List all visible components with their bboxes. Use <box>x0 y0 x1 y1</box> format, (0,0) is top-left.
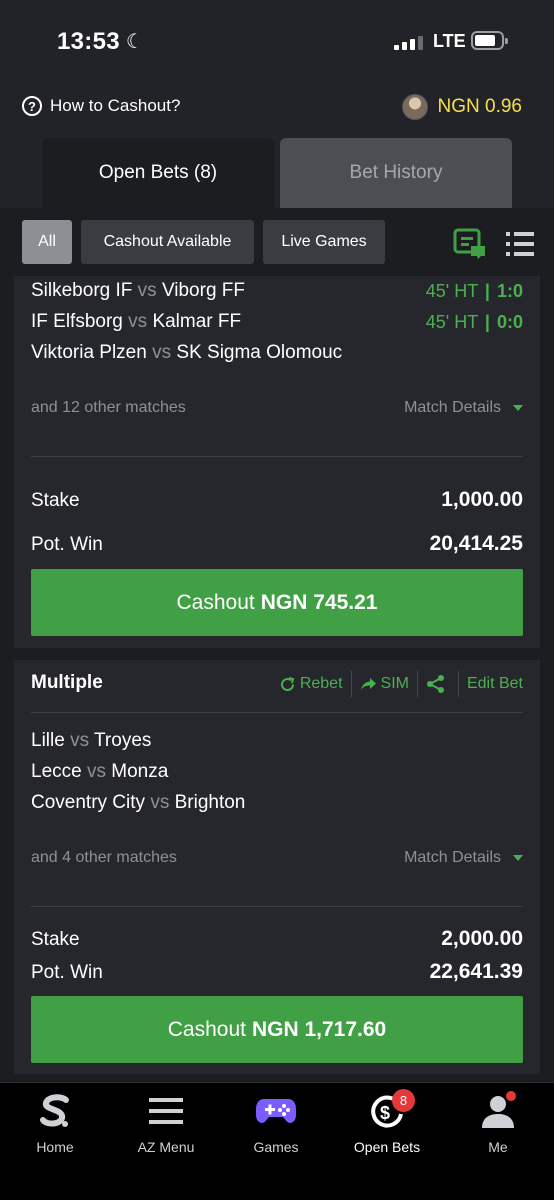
open-bets-icon: $ <box>337 1091 437 1131</box>
svg-text:$: $ <box>380 1103 390 1123</box>
edit-bet-button[interactable]: Edit Bet <box>459 675 523 693</box>
sportybet-logo-icon <box>5 1091 105 1131</box>
clock-text: 13:53 <box>57 28 120 55</box>
divider <box>31 906 523 907</box>
match-row: Coventry City vs Brighton <box>31 792 246 813</box>
balance-amount: NGN 0.96 <box>437 96 522 117</box>
bottom-navigation: Home AZ Menu Games $ 8 Open Bets Me <box>0 1082 554 1200</box>
notification-dot <box>506 1091 516 1101</box>
bet-actions: Rebet SIM Edit Bet <box>271 670 523 698</box>
other-matches-count: and 4 other matches <box>31 849 177 866</box>
open-bets-badge: 8 <box>392 1089 415 1112</box>
live-score: 45' HT | 1:0 <box>425 281 523 301</box>
filter-live-games-button[interactable]: Live Games <box>263 220 385 264</box>
caret-down-icon <box>513 855 523 861</box>
divider <box>31 712 523 713</box>
match-row: IF Elfsborg vs Kalmar FF <box>31 311 242 332</box>
nav-me[interactable]: Me <box>448 1091 548 1155</box>
forward-arrow-icon <box>360 677 376 690</box>
gamepad-icon <box>226 1091 326 1131</box>
match-row: Viktoria Plzen vs SK Sigma Olomouc <box>31 342 343 363</box>
filter-cashout-available-button[interactable]: Cashout Available <box>81 220 254 264</box>
bet-slip-chat-icon[interactable] <box>453 228 487 260</box>
stake-value: 1,000.00 <box>441 488 523 511</box>
header: ? How to Cashout? NGN 0.96 Open Bets (8)… <box>0 84 554 208</box>
match-row: Lecce vs Monza <box>31 761 169 782</box>
pot-win-value: 22,641.39 <box>429 960 523 983</box>
nav-az-menu[interactable]: AZ Menu <box>116 1091 216 1155</box>
nav-az-menu-label: AZ Menu <box>137 1139 195 1155</box>
avatar <box>401 94 428 120</box>
stake-value: 2,000.00 <box>441 927 523 950</box>
rebet-button[interactable]: Rebet <box>271 675 351 693</box>
bet-card: Multiple Rebet SIM Edit Bet Lille vs Tro… <box>14 660 540 1074</box>
share-button[interactable] <box>418 674 458 694</box>
nav-games-label: Games <box>253 1139 299 1155</box>
sim-button[interactable]: SIM <box>352 675 417 693</box>
stake-label: Stake <box>31 490 80 511</box>
stake-label: Stake <box>31 929 80 950</box>
nav-open-bets-label: Open Bets <box>353 1139 421 1155</box>
divider <box>31 456 523 457</box>
status-bar: 13:53 ☾ LTE <box>0 0 554 84</box>
pot-win-label: Pot. Win <box>31 534 103 555</box>
network-type: LTE <box>433 31 466 51</box>
other-matches-count: and 12 other matches <box>31 399 186 416</box>
cashout-button[interactable]: Cashout NGN 745.21 <box>31 569 523 636</box>
nav-home-label: Home <box>36 1139 74 1155</box>
question-icon: ? <box>22 96 42 116</box>
user-icon <box>448 1091 548 1131</box>
how-to-cashout-link[interactable]: ? How to Cashout? <box>22 96 180 116</box>
caret-down-icon <box>513 405 523 411</box>
nav-home[interactable]: Home <box>5 1091 105 1155</box>
refresh-icon <box>280 676 295 691</box>
battery-icon <box>471 31 508 50</box>
filter-bar: All Cashout Available Live Games <box>0 208 554 276</box>
status-time: 13:53 ☾ <box>57 28 144 56</box>
live-score: 45' HT | 0:0 <box>425 312 523 332</box>
cashout-button[interactable]: Cashout NGN 1,717.60 <box>31 996 523 1063</box>
menu-icon <box>116 1091 216 1131</box>
pot-win-label: Pot. Win <box>31 962 103 983</box>
bet-card: Silkeborg IF vs Viborg FF 45' HT | 1:0 I… <box>14 276 540 648</box>
pot-win-value: 20,414.25 <box>429 532 523 555</box>
match-details-label: Match Details <box>404 849 501 866</box>
share-icon <box>426 675 444 693</box>
list-view-icon[interactable] <box>506 230 534 258</box>
tab-bet-history[interactable]: Bet History <box>280 138 512 208</box>
tab-open-bets[interactable]: Open Bets (8) <box>42 138 274 208</box>
nav-open-bets[interactable]: $ 8 Open Bets <box>337 1089 437 1155</box>
moon-icon: ☾ <box>125 31 145 53</box>
filter-all-button[interactable]: All <box>22 220 72 264</box>
nav-games[interactable]: Games <box>226 1091 326 1155</box>
match-details-toggle[interactable]: Match Details <box>404 399 523 417</box>
bet-type-title: Multiple <box>31 672 103 693</box>
how-to-cashout-label: How to Cashout? <box>50 96 181 115</box>
match-row: Silkeborg IF vs Viborg FF <box>31 280 246 301</box>
match-details-toggle[interactable]: Match Details <box>404 849 523 867</box>
nav-me-label: Me <box>488 1139 508 1155</box>
match-row: Lille vs Troyes <box>31 730 152 751</box>
account-balance[interactable]: NGN 0.96 <box>401 94 522 120</box>
match-details-label: Match Details <box>404 399 501 416</box>
signal-icon <box>394 36 426 50</box>
